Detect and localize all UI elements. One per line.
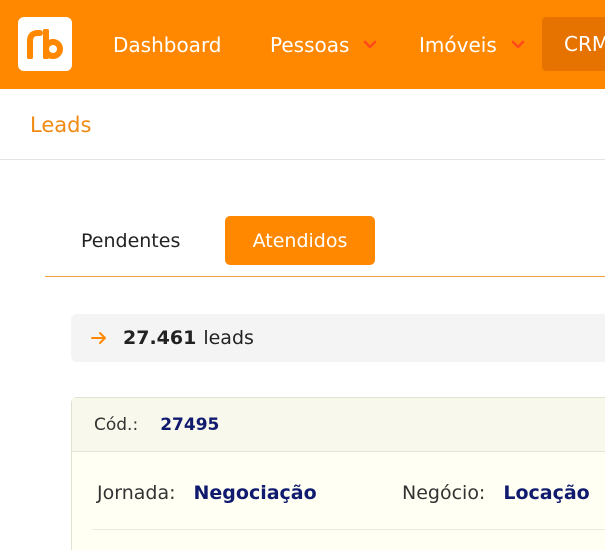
nav-item-label: Dashboard — [113, 32, 222, 57]
chevron-down-icon — [363, 38, 377, 52]
negocio-label: Negócio: — [402, 482, 486, 504]
lead-code-label: Cód.: — [94, 414, 139, 435]
nav-item-imoveis[interactable]: Imóveis — [419, 0, 525, 89]
tab-pendentes[interactable]: Pendentes — [81, 216, 180, 265]
arrow-right-icon — [91, 331, 109, 345]
leads-count-summary: 27.461 leads — [71, 314, 605, 362]
breadcrumb: Leads — [0, 89, 605, 160]
nav-item-dashboard[interactable]: Dashboard — [113, 0, 222, 89]
lead-card-header: Cód.: 27495 — [72, 398, 605, 452]
top-navbar: Dashboard Pessoas Imóveis CRM — [0, 0, 605, 89]
leads-count: 27.461 — [123, 327, 197, 349]
tab-atendidos[interactable]: Atendidos — [225, 216, 375, 265]
page-title: Leads — [30, 112, 92, 137]
rb-logo-icon — [27, 29, 63, 59]
app-logo[interactable] — [18, 17, 72, 71]
card-divider — [92, 529, 605, 530]
nav-item-label: Pessoas — [270, 32, 350, 57]
lead-negocio: Negócio: Locação — [402, 468, 590, 518]
nav-item-label: Imóveis — [419, 32, 497, 57]
jornada-value: Negociação — [193, 482, 317, 504]
leads-count-unit: leads — [203, 327, 254, 349]
nav-item-crm[interactable]: CRM — [542, 17, 605, 71]
lead-code-value: 27495 — [160, 414, 220, 435]
negocio-value: Locação — [503, 482, 590, 504]
lead-card[interactable]: Cód.: 27495 Jornada: Negociação Negócio:… — [71, 397, 605, 550]
tabs-divider — [45, 276, 605, 277]
lead-jornada: Jornada: Negociação — [97, 468, 317, 518]
chevron-down-icon — [511, 38, 525, 52]
nav-item-pessoas[interactable]: Pessoas — [270, 0, 377, 89]
nav-item-label: CRM — [564, 32, 605, 56]
jornada-label: Jornada: — [97, 482, 176, 504]
